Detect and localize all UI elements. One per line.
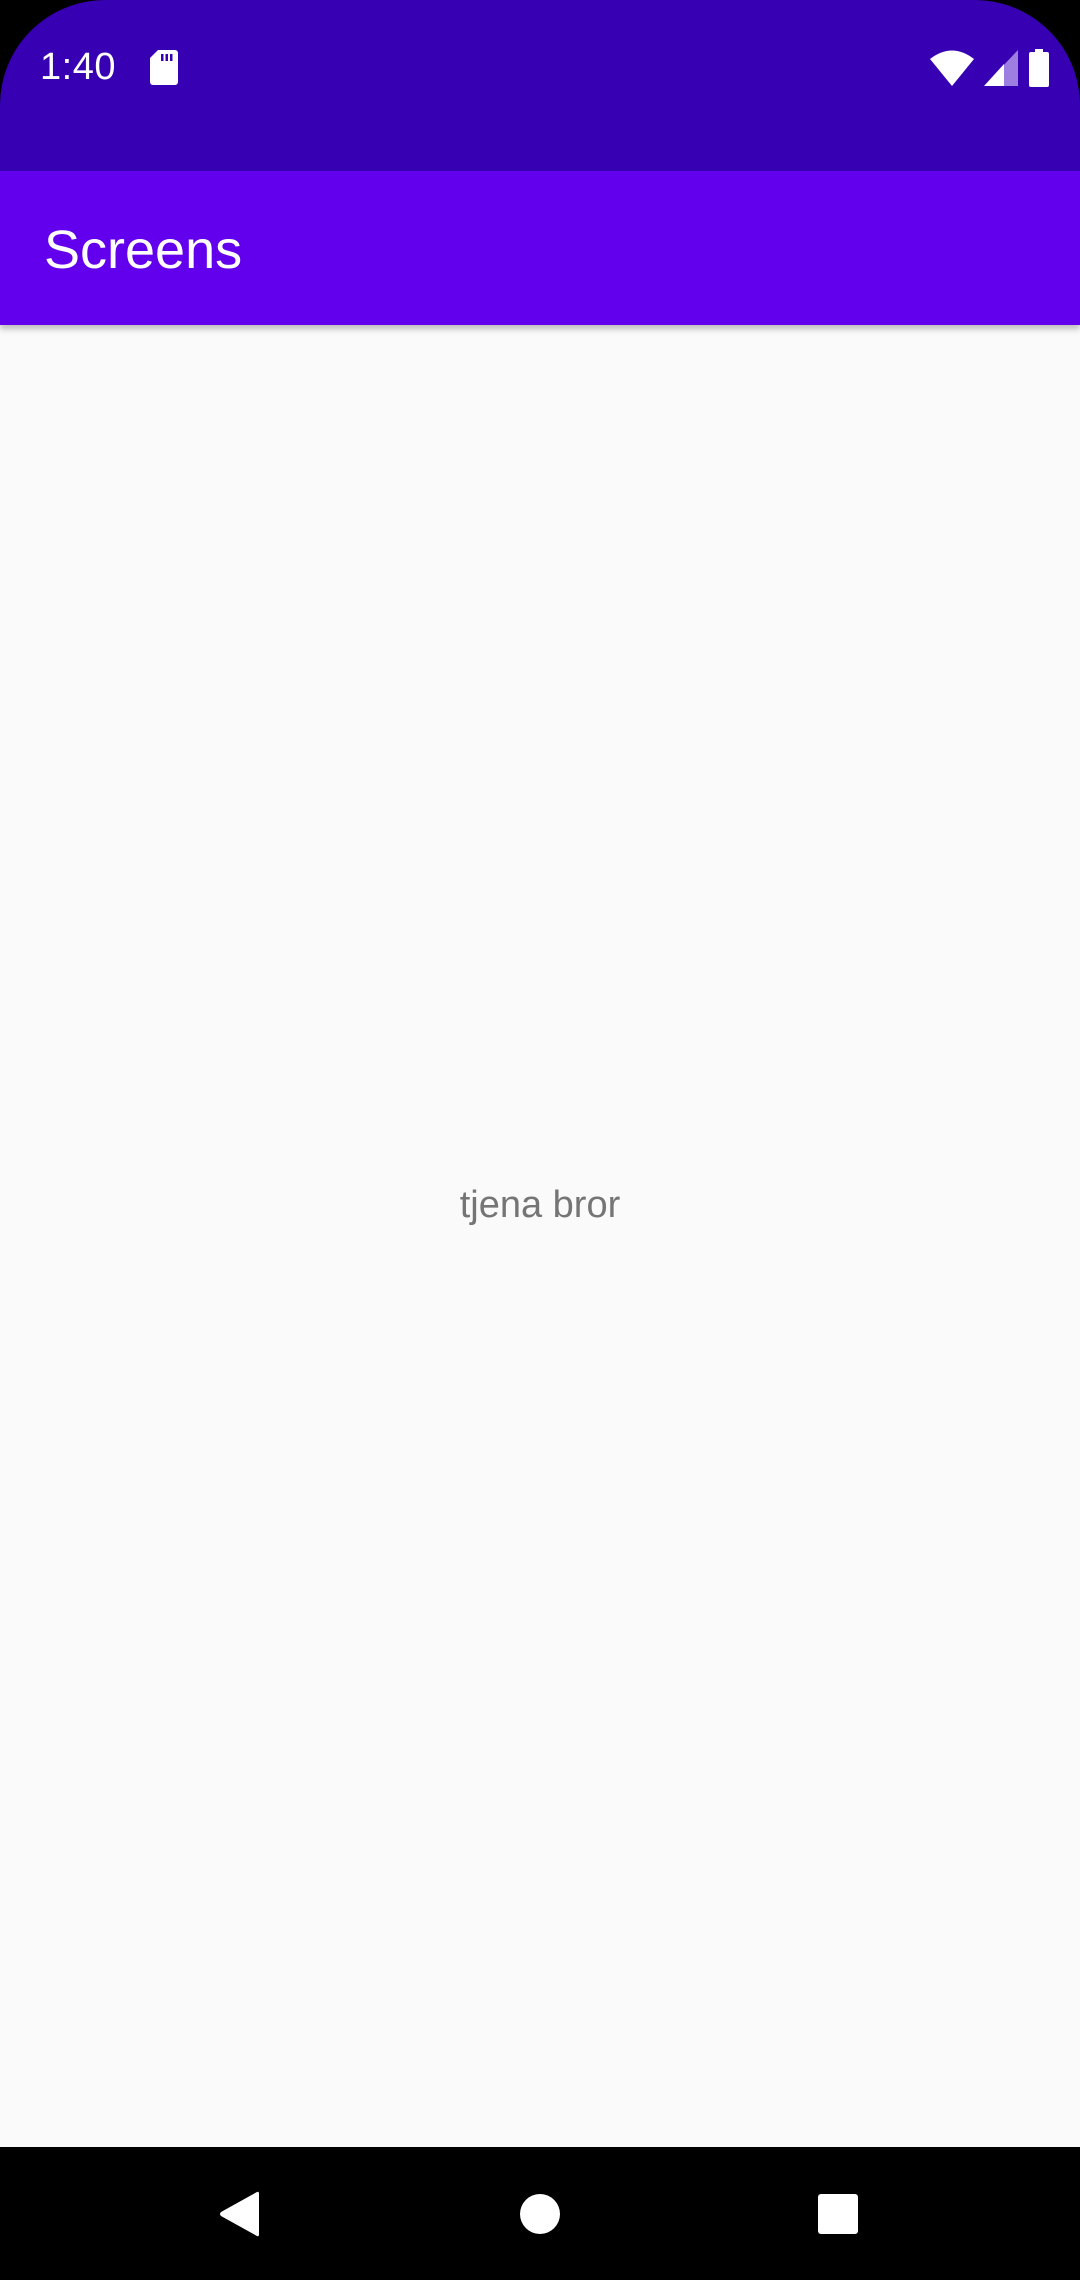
recents-icon: [818, 2193, 858, 2234]
navigation-bar: [0, 2147, 1080, 2280]
main-content: tjena bror: [0, 325, 1080, 2147]
battery-icon: [1029, 49, 1049, 87]
back-button[interactable]: [180, 2147, 300, 2280]
home-button[interactable]: [480, 2147, 600, 2280]
phone-screen: 1:40 Screens tjena bror: [0, 0, 1080, 2280]
back-icon: [220, 2191, 259, 2236]
home-icon: [520, 2193, 560, 2234]
wifi-icon: [930, 50, 974, 86]
status-bar: 1:40: [0, 0, 1080, 171]
recents-button[interactable]: [778, 2147, 898, 2280]
status-icons: [930, 48, 1050, 88]
app-bar: Screens: [0, 171, 1080, 325]
app-title: Screens: [44, 220, 243, 280]
status-time: 1:40: [40, 46, 116, 88]
cell-signal-icon: [984, 50, 1018, 86]
sd-card-icon: [150, 50, 178, 85]
greeting-text: tjena bror: [459, 1183, 621, 1226]
